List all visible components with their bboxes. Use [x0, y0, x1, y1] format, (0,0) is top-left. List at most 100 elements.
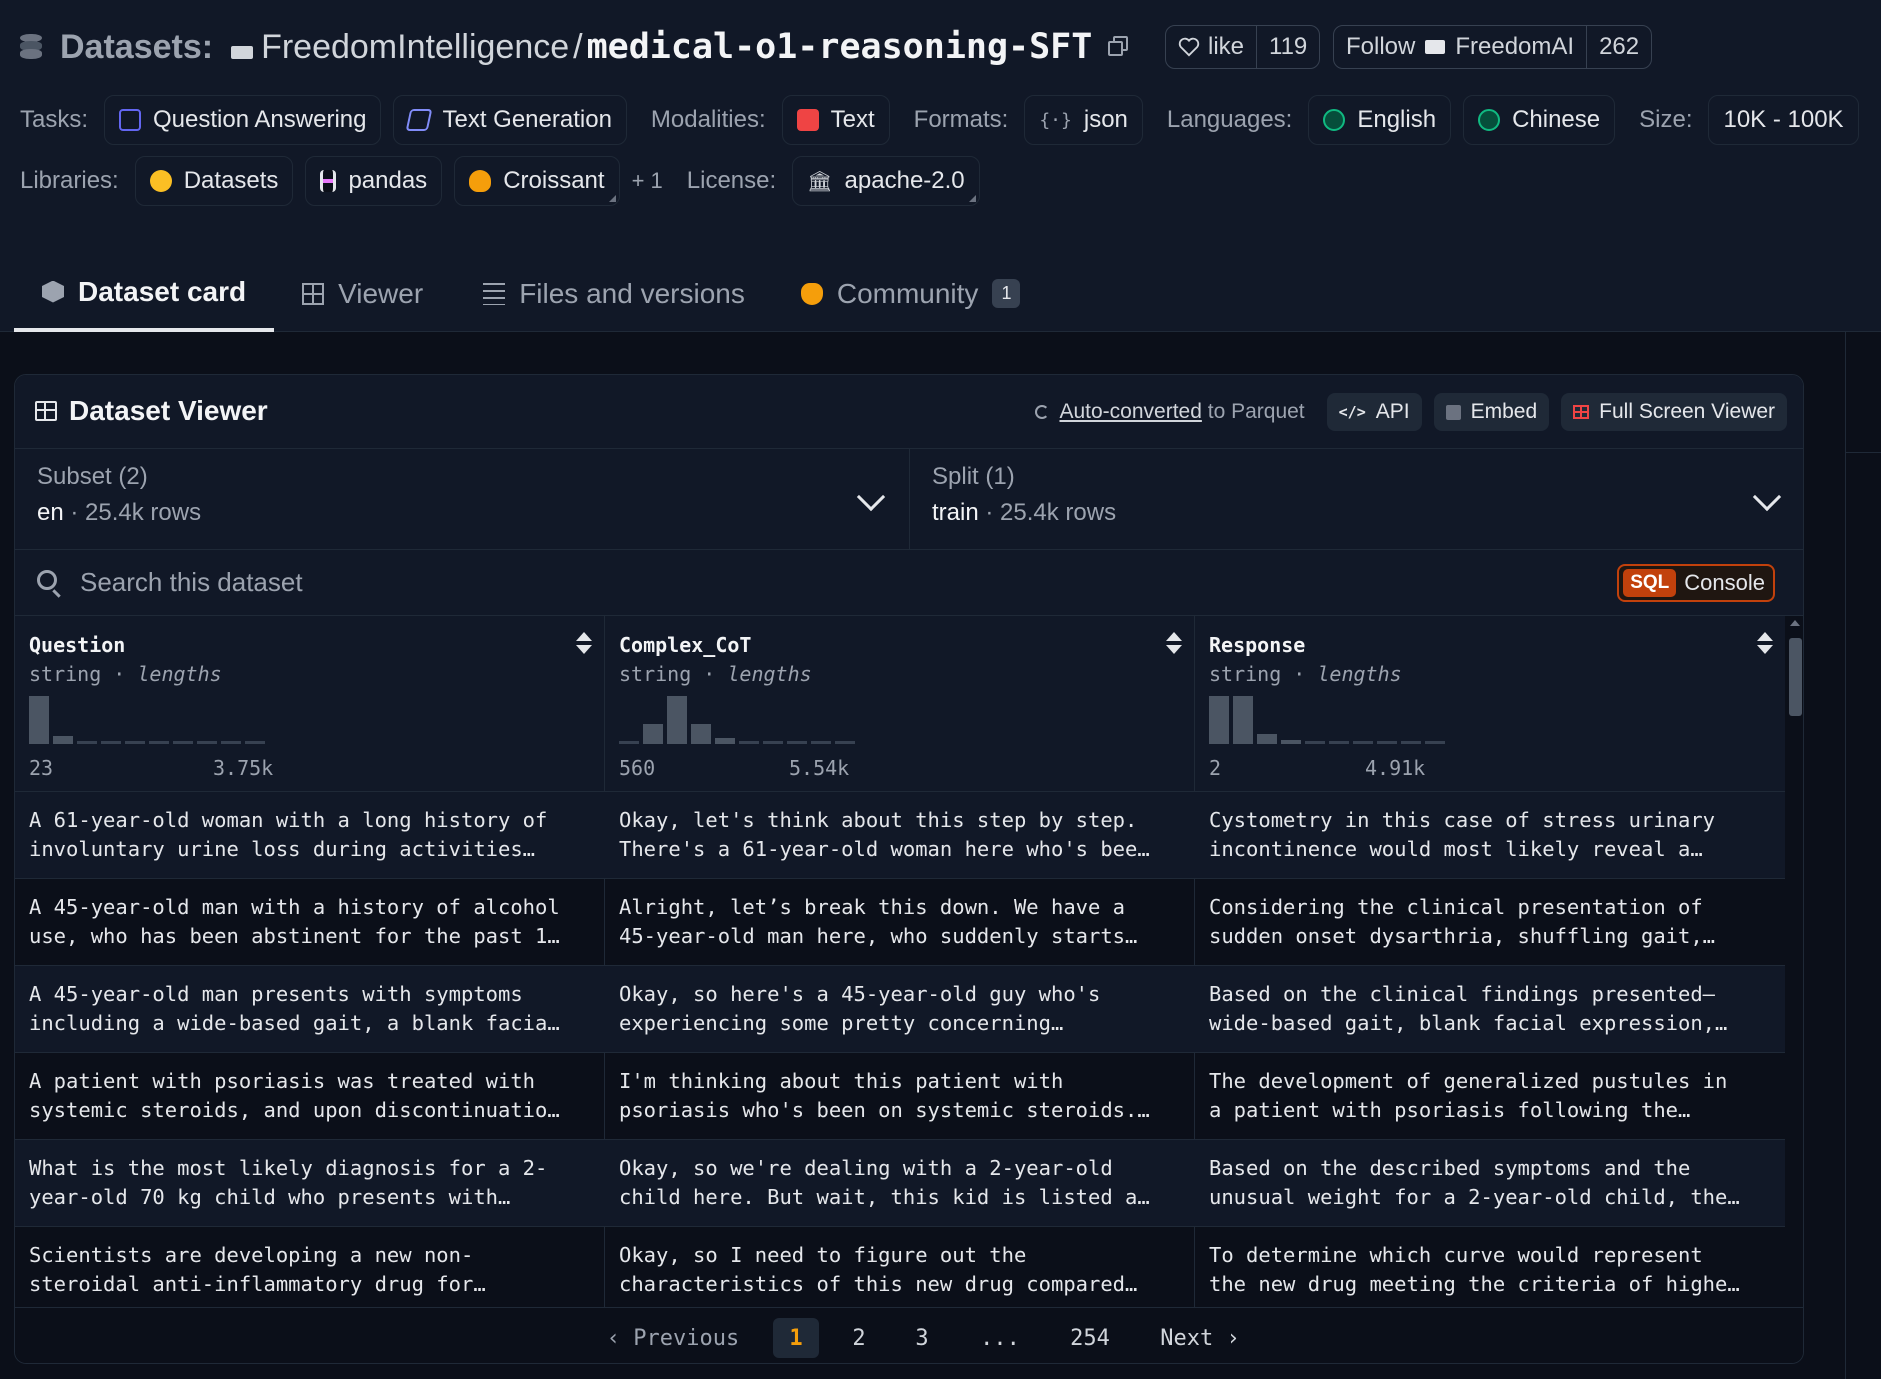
sort-icon[interactable] [1757, 632, 1773, 656]
histogram-bar[interactable] [1377, 741, 1397, 744]
histogram-bar[interactable] [787, 741, 807, 744]
auto-converted-link[interactable]: Auto-converted [1059, 400, 1201, 423]
api-button[interactable]: </> API [1326, 393, 1422, 431]
histogram-bar[interactable] [715, 738, 735, 744]
table-row[interactable]: A 45-year-old man presents with symptoms… [15, 965, 1785, 1052]
histogram-bar[interactable] [29, 696, 49, 744]
histogram-bar[interactable] [245, 741, 265, 744]
histogram-bar[interactable] [763, 741, 783, 744]
table-cell[interactable]: Scientists are developing a new non- ste… [29, 1241, 599, 1299]
tab-dataset-card[interactable]: Dataset card [14, 255, 275, 332]
histogram-bar[interactable] [1281, 740, 1301, 744]
tab-files-and-versions[interactable]: Files and versions [451, 255, 773, 332]
page-3-button[interactable]: 3 [900, 1318, 944, 1358]
column-header-response[interactable]: Response string · lengths 2 4.91k [1195, 616, 1785, 791]
sql-console-button[interactable]: SQL Console [1617, 564, 1775, 602]
table-cell[interactable]: Considering the clinical presentation of… [1209, 893, 1779, 951]
histogram-bar[interactable] [77, 741, 97, 744]
table-scrollbar[interactable] [1785, 616, 1803, 1336]
table-cell[interactable]: Cystometry in this case of stress urinar… [1209, 806, 1779, 864]
histogram-bar[interactable] [691, 724, 711, 744]
tag-text-modality[interactable]: Text [781, 95, 890, 145]
table-cell[interactable]: Okay, let's think about this step by ste… [619, 806, 1189, 864]
table-cell[interactable]: Based on the described symptoms and the … [1209, 1154, 1779, 1212]
table-cell[interactable]: A 61-year-old woman with a long history … [29, 806, 599, 864]
tag-json[interactable]: {·} json [1024, 95, 1143, 145]
tag-datasets-library[interactable]: Datasets [134, 156, 294, 206]
histogram-bar[interactable] [173, 741, 193, 744]
previous-page-button[interactable]: ‹ Previous [593, 1318, 753, 1358]
more-libraries[interactable]: + 1 [632, 168, 663, 194]
like-button[interactable]: like 119 [1165, 25, 1321, 69]
tag-question-answering[interactable]: Question Answering [104, 95, 382, 145]
table-cell[interactable]: I'm thinking about this patient with pso… [619, 1067, 1189, 1125]
histogram-bar[interactable] [125, 741, 145, 744]
table-cell[interactable]: Okay, so I need to figure out the charac… [619, 1241, 1189, 1299]
dataset-viewer: Dataset Viewer Auto-converted to Parquet… [14, 374, 1804, 1364]
column-header-question[interactable]: Question string · lengths 23 3.75k [15, 616, 604, 791]
page-1-button[interactable]: 1 [773, 1318, 819, 1358]
scroll-up-icon[interactable] [1790, 620, 1800, 626]
column-header-complex-cot[interactable]: Complex_CoT string · lengths 560 5.54k [605, 616, 1194, 791]
histogram-bar[interactable] [1209, 696, 1229, 744]
table-cell[interactable]: Okay, so here's a 45-year-old guy who's … [619, 980, 1189, 1038]
histogram-bar[interactable] [1401, 741, 1421, 744]
table-cell[interactable]: Based on the clinical findings presented… [1209, 980, 1779, 1038]
copy-icon[interactable] [1108, 36, 1130, 58]
table-cell[interactable]: What is the most likely diagnosis for a … [29, 1154, 599, 1212]
histogram-bar[interactable] [667, 696, 687, 744]
histogram-bar[interactable] [101, 741, 121, 744]
histogram-bar[interactable] [811, 741, 831, 744]
tag-text-generation[interactable]: Text Generation [393, 95, 627, 145]
table-cell[interactable]: Okay, so we're dealing with a 2-year-old… [619, 1154, 1189, 1212]
tag-license[interactable]: 🏛 apache-2.0 [792, 156, 980, 206]
table-cell[interactable]: A 45-year-old man presents with symptoms… [29, 980, 599, 1038]
org-link[interactable]: FreedomIntelligence [261, 28, 569, 67]
table-row[interactable]: A 61-year-old woman with a long history … [15, 791, 1785, 878]
embed-button[interactable]: Embed [1433, 393, 1550, 431]
table-cell[interactable]: To determine which curve would represent… [1209, 1241, 1779, 1299]
tab-community[interactable]: Community 1 [773, 255, 1049, 332]
tag-pandas-library[interactable]: pandas [305, 156, 443, 206]
full-screen-viewer-button[interactable]: Full Screen Viewer [1561, 393, 1787, 431]
histogram-bar[interactable] [643, 724, 663, 744]
table-row[interactable]: Scientists are developing a new non- ste… [15, 1226, 1785, 1313]
histogram-bar[interactable] [1425, 741, 1445, 744]
repo-name[interactable]: medical-o1-reasoning-SFT [587, 27, 1093, 67]
search-input[interactable]: Search this dataset [80, 567, 303, 598]
histogram-bar[interactable] [739, 741, 759, 744]
histogram-bar[interactable] [619, 741, 639, 744]
follow-button[interactable]: Follow FreedomAI 262 [1333, 25, 1653, 69]
histogram-bar[interactable] [1353, 741, 1373, 744]
histogram-bar[interactable] [197, 741, 217, 744]
tab-viewer[interactable]: Viewer [274, 255, 451, 332]
tag-croissant-library[interactable]: Croissant [454, 156, 620, 206]
page-254-button[interactable]: 254 [1055, 1318, 1125, 1358]
histogram-bar[interactable] [1257, 734, 1277, 744]
histogram-bar[interactable] [1233, 696, 1253, 744]
table-cell[interactable]: A 45-year-old man with a history of alco… [29, 893, 599, 951]
histogram-bar[interactable] [835, 741, 855, 744]
scrollbar-thumb[interactable] [1789, 638, 1802, 716]
histogram-bar[interactable] [1305, 741, 1325, 744]
next-page-button[interactable]: Next › [1145, 1318, 1255, 1358]
table-cell[interactable]: Alright, let’s break this down. We have … [619, 893, 1189, 951]
page-2-button[interactable]: 2 [837, 1318, 881, 1358]
table-row[interactable]: A patient with psoriasis was treated wit… [15, 1052, 1785, 1139]
histogram-bar[interactable] [149, 741, 169, 744]
tag-chinese[interactable]: Chinese [1463, 95, 1616, 145]
table-cell[interactable]: A patient with psoriasis was treated wit… [29, 1067, 599, 1125]
subset-select[interactable]: Subset (2) en · 25.4k rows [15, 449, 909, 550]
histogram-bar[interactable] [53, 736, 73, 744]
histogram-bar[interactable] [221, 741, 241, 744]
tag-size[interactable]: 10K - 100K [1708, 95, 1859, 145]
histogram-bar[interactable] [1329, 741, 1349, 744]
datasets-prefix[interactable]: Datasets: [60, 28, 213, 67]
sort-icon[interactable] [576, 632, 592, 656]
tag-english[interactable]: English [1308, 95, 1452, 145]
table-cell[interactable]: The development of generalized pustules … [1209, 1067, 1779, 1125]
table-row[interactable]: What is the most likely diagnosis for a … [15, 1139, 1785, 1226]
sort-icon[interactable] [1166, 632, 1182, 656]
table-row[interactable]: A 45-year-old man with a history of alco… [15, 878, 1785, 965]
split-select[interactable]: Split (1) train · 25.4k rows [910, 449, 1803, 550]
